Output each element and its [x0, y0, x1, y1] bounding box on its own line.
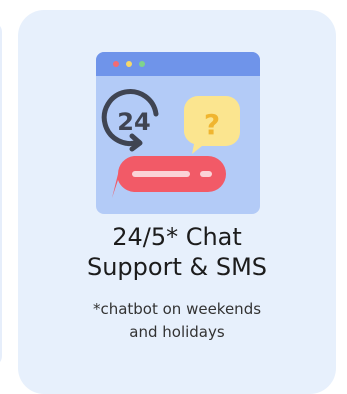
window-dot-green: [139, 61, 145, 67]
chat-line-long: [132, 171, 190, 177]
clock-number: 24: [117, 108, 150, 136]
window-titlebar: [96, 52, 260, 76]
note-line-2: and holidays: [129, 323, 225, 341]
feature-title: 24/5* Chat Support & SMS: [18, 222, 336, 282]
window-dot-yellow: [126, 61, 132, 67]
window-dot-red: [113, 61, 119, 67]
chat-line-short: [200, 171, 212, 177]
question-mark: ?: [204, 108, 220, 141]
feature-footnote: *chatbot on weekends and holidays: [18, 298, 336, 344]
note-line-1: *chatbot on weekends: [92, 300, 262, 318]
title-line-1: 24/5* Chat: [112, 223, 242, 251]
24-hour-chat-support-icon: 24 ?: [96, 52, 260, 214]
adjacent-card-edge: [0, 22, 2, 366]
title-line-2: Support & SMS: [86, 253, 268, 281]
